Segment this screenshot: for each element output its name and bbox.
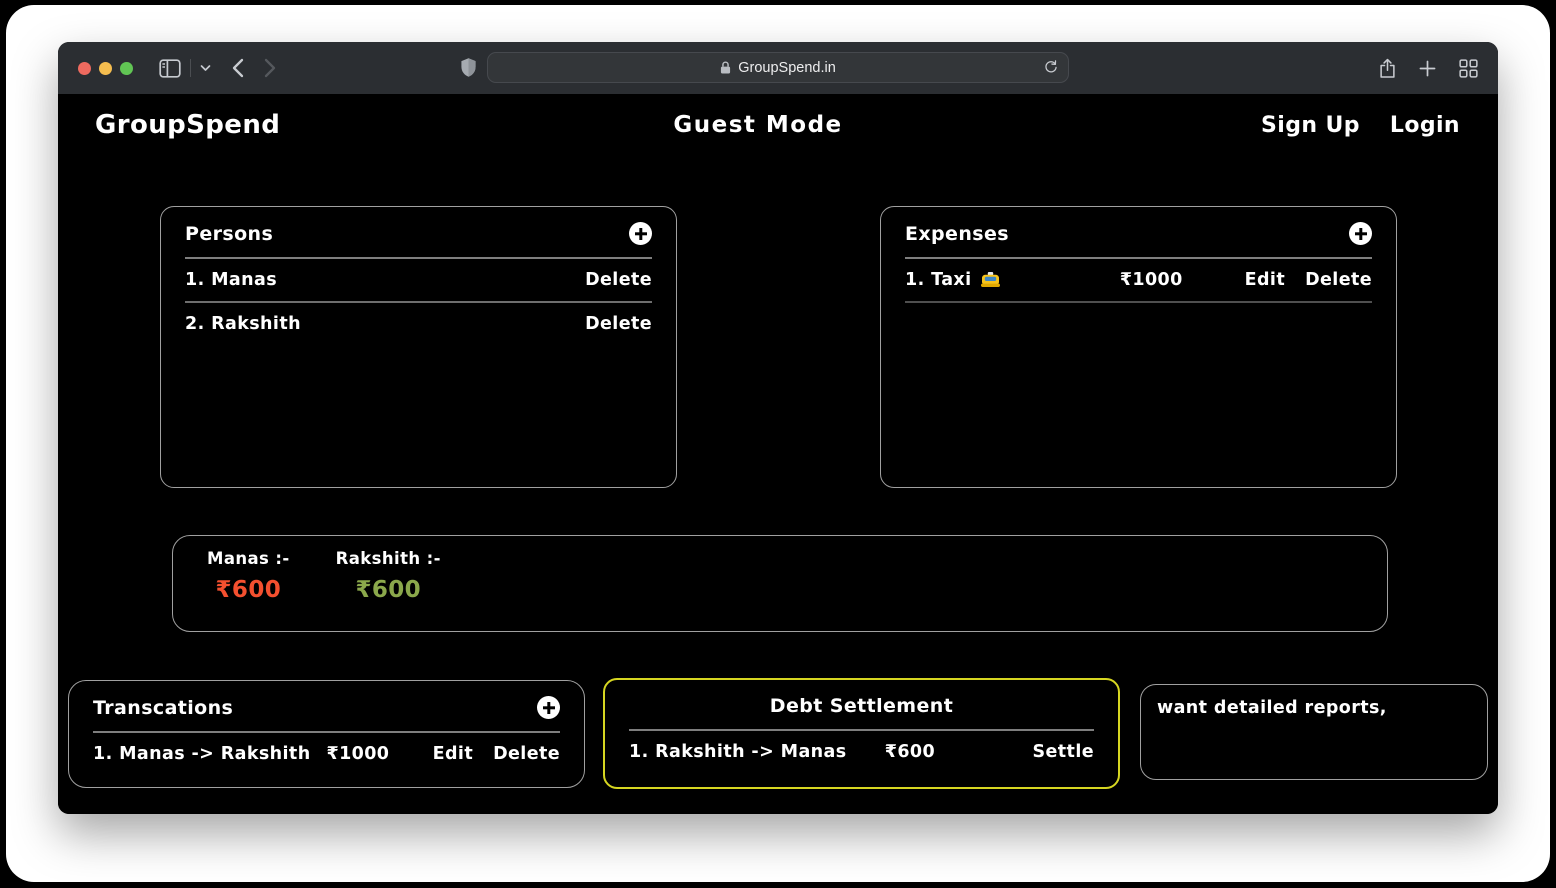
back-icon[interactable]: [231, 58, 244, 78]
transaction-row: 1. Manas -> Rakshith ₹1000 Edit Delete: [93, 733, 560, 775]
transaction-label: 1. Manas -> Rakshith: [93, 744, 327, 764]
forward-icon[interactable]: [264, 58, 277, 78]
person-name: 2. Rakshith: [185, 314, 585, 334]
reports-text: want detailed reports,: [1141, 685, 1487, 731]
desktop-frame: GroupSpend.in: [6, 5, 1550, 882]
guest-mode-label: Guest Mode: [673, 112, 842, 138]
add-transaction-button[interactable]: [537, 696, 560, 719]
balance-block: Rakshith :- ₹600: [336, 549, 441, 603]
divider: [905, 301, 1372, 303]
address-text: GroupSpend.in: [738, 60, 836, 76]
debt-amount: ₹600: [885, 742, 1033, 762]
tab-overview-icon[interactable]: [1459, 59, 1478, 78]
transactions-title: Transcations: [93, 697, 233, 719]
balance-amount: ₹600: [207, 577, 290, 603]
login-button[interactable]: Login: [1390, 113, 1460, 138]
person-name: 1. Manas: [185, 270, 585, 290]
delete-person-button[interactable]: Delete: [585, 314, 652, 334]
balance-block: Manas :- ₹600: [207, 549, 290, 603]
balance-amount: ₹600: [336, 577, 441, 603]
debt-settlement-title: Debt Settlement: [770, 695, 953, 717]
reports-panel: want detailed reports,: [1140, 684, 1488, 780]
transaction-amount: ₹1000: [327, 744, 433, 764]
page-background: GroupSpend.in: [0, 0, 1556, 888]
expense-row: 1. Taxi ₹1000: [905, 259, 1372, 301]
person-row: 1. Manas Delete: [185, 259, 652, 301]
expenses-title: Expenses: [905, 223, 1009, 245]
add-person-button[interactable]: [629, 222, 652, 245]
edit-transaction-button[interactable]: Edit: [433, 744, 473, 764]
settle-button[interactable]: Settle: [1033, 742, 1094, 762]
taxi-icon: [981, 272, 1000, 288]
expense-name: 1. Taxi: [905, 270, 1120, 290]
minimize-button[interactable]: [99, 62, 112, 75]
debt-settlement-panel: Debt Settlement 1. Rakshith -> Manas ₹60…: [603, 678, 1120, 789]
close-button[interactable]: [78, 62, 91, 75]
signup-button[interactable]: Sign Up: [1261, 113, 1360, 138]
auth-links: Sign Up Login: [1261, 113, 1460, 138]
delete-transaction-button[interactable]: Delete: [493, 744, 560, 764]
chevron-down-icon[interactable]: [200, 64, 211, 72]
balance-person-name: Manas :-: [207, 549, 290, 568]
delete-expense-button[interactable]: Delete: [1305, 270, 1372, 290]
expense-amount: ₹1000: [1120, 270, 1245, 290]
balance-panel: Manas :- ₹600 Rakshith :- ₹600: [172, 535, 1388, 632]
browser-window: GroupSpend.in: [58, 42, 1498, 814]
expenses-panel: Expenses 1. Taxi: [880, 206, 1397, 488]
lock-icon: [720, 61, 731, 74]
toolbar-divider: [190, 59, 191, 77]
persons-panel: Persons 1. Manas Delete 2. Rakshith Dele…: [160, 206, 677, 488]
app-content: GroupSpend Guest Mode Sign Up Login Pers…: [58, 94, 1498, 814]
transactions-panel: Transcations 1. Manas -> Rakshith ₹1000 …: [68, 680, 585, 788]
share-icon[interactable]: [1379, 58, 1396, 79]
zoom-button[interactable]: [120, 62, 133, 75]
sidebar-toggle-icon[interactable]: [159, 59, 181, 78]
new-tab-icon[interactable]: [1419, 60, 1436, 77]
debt-row: 1. Rakshith -> Manas ₹600 Settle: [629, 731, 1094, 773]
persons-title: Persons: [185, 223, 273, 245]
browser-toolbar: GroupSpend.in: [58, 42, 1498, 94]
add-expense-button[interactable]: [1349, 222, 1372, 245]
app-logo: GroupSpend: [95, 110, 280, 140]
address-bar[interactable]: GroupSpend.in: [487, 52, 1069, 83]
reload-icon[interactable]: [1043, 58, 1059, 76]
shield-icon[interactable]: [460, 57, 477, 78]
person-row: 2. Rakshith Delete: [185, 303, 652, 345]
toolbar-right-icons: [1379, 58, 1478, 79]
delete-person-button[interactable]: Delete: [585, 270, 652, 290]
balance-person-name: Rakshith :-: [336, 549, 441, 568]
traffic-lights: [78, 62, 133, 75]
edit-expense-button[interactable]: Edit: [1245, 270, 1285, 290]
debt-label: 1. Rakshith -> Manas: [629, 742, 885, 762]
